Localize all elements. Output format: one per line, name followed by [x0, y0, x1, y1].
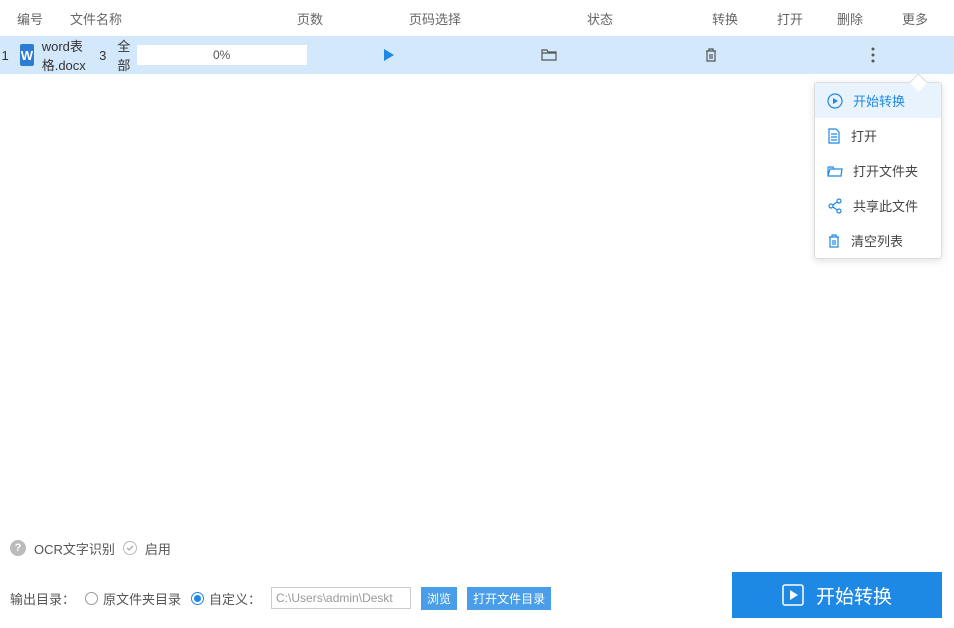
- menu-label: 清空列表: [851, 231, 903, 250]
- radio-custom[interactable]: 自定义：: [191, 589, 261, 608]
- header-open: 打开: [760, 9, 820, 28]
- menu-open-folder[interactable]: 打开文件夹: [815, 153, 941, 188]
- radio-icon: [85, 592, 98, 605]
- help-icon[interactable]: ?: [10, 540, 26, 556]
- radio-label-text: 原文件夹目录: [103, 589, 181, 608]
- start-btn-label: 开始转换: [816, 582, 892, 609]
- header-pages: 页数: [260, 9, 360, 28]
- radio-label-text: 自定义：: [209, 589, 261, 608]
- menu-open[interactable]: 打开: [815, 118, 941, 153]
- more-button[interactable]: [792, 47, 954, 63]
- radio-original-folder[interactable]: 原文件夹目录: [85, 589, 181, 608]
- browse-button[interactable]: 浏览: [421, 587, 457, 610]
- menu-share[interactable]: 共享此文件: [815, 188, 941, 223]
- folder-open-icon: [827, 164, 843, 178]
- menu-label: 打开: [851, 126, 877, 145]
- header-status: 状态: [510, 9, 690, 28]
- table-header: 编号 文件名称 页数 页码选择 状态 转换 打开 删除 更多: [0, 0, 954, 36]
- word-file-icon: W: [20, 44, 34, 66]
- table-row[interactable]: 1 W word表格.docx 3 全部 0%: [0, 36, 954, 74]
- start-convert-button[interactable]: 开始转换: [732, 572, 942, 618]
- document-icon: [827, 128, 841, 144]
- menu-start-convert[interactable]: 开始转换: [815, 83, 941, 118]
- more-vertical-icon: [871, 47, 875, 63]
- delete-button[interactable]: [630, 47, 792, 63]
- row-pagesel[interactable]: 全部: [111, 36, 136, 74]
- open-dir-button[interactable]: 打开文件目录: [467, 587, 551, 610]
- menu-clear-list[interactable]: 清空列表: [815, 223, 941, 258]
- menu-label: 开始转换: [853, 91, 905, 110]
- row-status: 0%: [137, 45, 307, 65]
- ocr-bar: ? OCR文字识别 启用: [0, 528, 954, 568]
- trash-icon: [827, 233, 841, 249]
- menu-label: 打开文件夹: [853, 161, 918, 180]
- row-name-cell: W word表格.docx: [10, 36, 94, 74]
- row-pages: 3: [94, 48, 111, 63]
- context-menu: 开始转换 打开 打开文件夹 共享此文件 清空列表: [814, 82, 942, 259]
- header-more: 更多: [880, 9, 950, 28]
- play-circle-icon: [827, 93, 843, 109]
- enable-check-icon[interactable]: [123, 541, 137, 555]
- ocr-label: OCR文字识别: [34, 539, 115, 558]
- header-index: 编号: [0, 9, 60, 28]
- progress-bar: 0%: [137, 45, 307, 65]
- header-pagesel: 页码选择: [360, 9, 510, 28]
- trash-icon: [704, 47, 718, 63]
- share-icon: [827, 198, 843, 214]
- radio-icon: [191, 592, 204, 605]
- header-name: 文件名称: [60, 9, 260, 28]
- path-input[interactable]: [271, 587, 411, 609]
- open-button[interactable]: [469, 48, 631, 62]
- menu-label: 共享此文件: [853, 196, 918, 215]
- filename-label: word表格.docx: [42, 36, 95, 74]
- row-index: 1: [0, 48, 10, 63]
- folder-icon: [541, 48, 557, 62]
- header-delete: 删除: [820, 9, 880, 28]
- header-convert: 转换: [690, 9, 760, 28]
- convert-button[interactable]: [307, 47, 469, 63]
- enable-label: 启用: [145, 539, 171, 558]
- output-label: 输出目录：: [10, 589, 75, 608]
- play-icon: [380, 47, 396, 63]
- play-square-icon: [782, 584, 804, 606]
